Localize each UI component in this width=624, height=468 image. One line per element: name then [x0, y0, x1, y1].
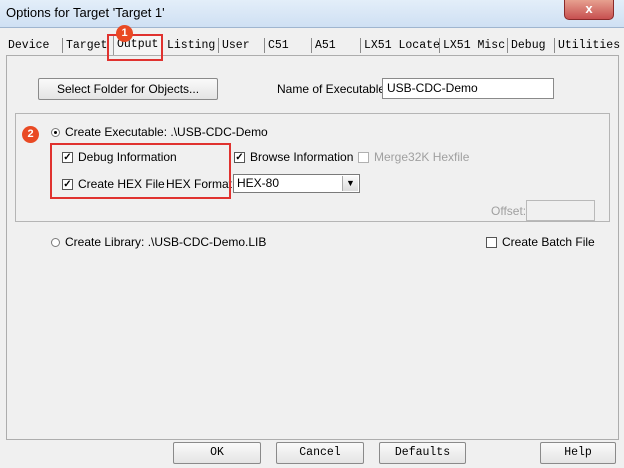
cancel-button[interactable]: Cancel [276, 442, 364, 464]
select-folder-button[interactable]: Select Folder for Objects... [38, 78, 218, 100]
output-tab-panel: Select Folder for Objects... Name of Exe… [6, 55, 619, 440]
step-marker-2: 2 [22, 126, 39, 143]
help-button[interactable]: Help [540, 442, 616, 464]
create-batch-file-checkbox[interactable] [486, 237, 497, 248]
create-hex-file-label: Create HEX File [78, 177, 165, 191]
browse-information-label: Browse Information [250, 150, 354, 164]
tab-device[interactable]: Device [8, 38, 50, 54]
tab-debug[interactable]: Debug [507, 38, 546, 54]
create-library-label: Create Library: .\USB-CDC-Demo.LIB [65, 235, 267, 249]
tab-listing[interactable]: Listing [167, 38, 216, 54]
create-executable-radio[interactable] [51, 128, 60, 137]
create-hex-file-checkbox[interactable]: ✓ [62, 179, 73, 190]
name-of-executable-input[interactable]: USB-CDC-Demo [382, 78, 554, 99]
merge32k-hexfile-checkbox[interactable] [358, 152, 369, 163]
title-bar: Options for Target 'Target 1' x [0, 0, 624, 28]
ok-button[interactable]: OK [173, 442, 261, 464]
merge32k-hexfile-label: Merge32K Hexfile [374, 150, 470, 164]
hex-format-value: HEX-80 [237, 176, 280, 190]
window-title: Options for Target 'Target 1' [6, 5, 165, 20]
offset-input[interactable] [526, 200, 595, 221]
close-icon: x [585, 1, 593, 16]
debug-information-label: Debug Information [78, 150, 177, 164]
step-marker-1: 1 [116, 25, 133, 42]
offset-label: Offset: [491, 204, 527, 218]
name-of-executable-label: Name of Executable: [277, 82, 389, 96]
tab-lx51-misc[interactable]: LX51 Misc [438, 38, 506, 54]
tab-utilities[interactable]: Utilities [553, 38, 621, 54]
close-button[interactable]: x [564, 0, 614, 20]
create-executable-label: Create Executable: .\USB-CDC-Demo [65, 125, 268, 139]
chevron-down-icon[interactable]: ▼ [342, 176, 358, 191]
tab-a51[interactable]: A51 [311, 38, 336, 54]
create-library-radio[interactable] [51, 238, 60, 247]
hex-format-label: HEX Format: [166, 177, 236, 191]
create-batch-file-label: Create Batch File [502, 235, 595, 249]
tab-c51[interactable]: C51 [264, 38, 289, 54]
debug-information-checkbox[interactable]: ✓ [62, 152, 73, 163]
tab-strip: Device Target Output Listing User C51 A5… [6, 31, 621, 55]
tab-lx51-locate[interactable]: LX51 Locate [360, 38, 440, 54]
tab-target[interactable]: Target [61, 38, 108, 54]
defaults-button[interactable]: Defaults [379, 442, 466, 464]
browse-information-checkbox[interactable]: ✓ [234, 152, 245, 163]
hex-format-select[interactable]: HEX-80 ▼ [233, 174, 360, 193]
tab-user[interactable]: User [218, 38, 250, 54]
